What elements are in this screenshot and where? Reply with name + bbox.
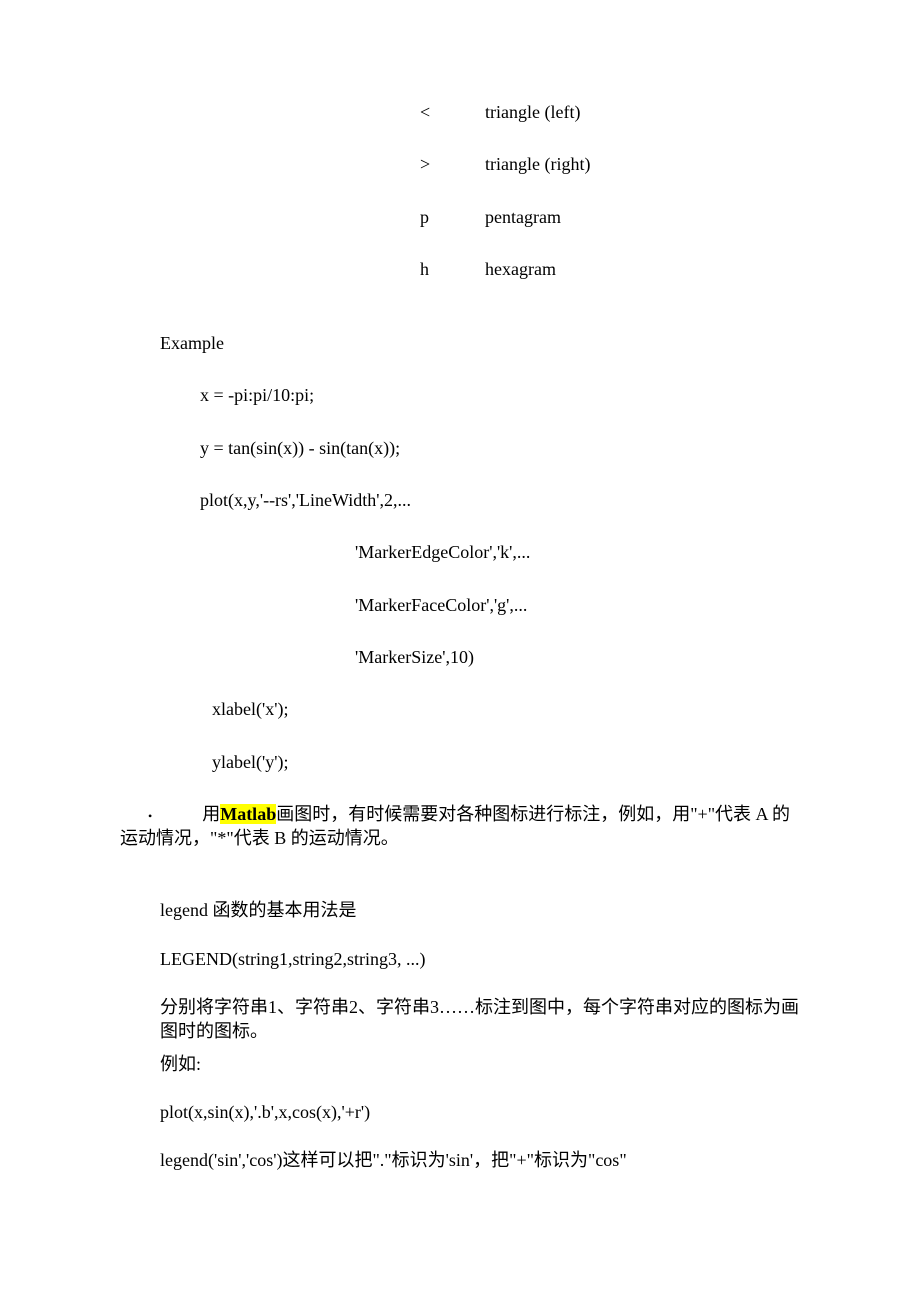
code-line: 'MarkerFaceColor','g',... — [355, 593, 800, 617]
code-line: 'MarkerEdgeColor','k',... — [355, 540, 800, 564]
bullet-icon: • — [148, 809, 152, 823]
paragraph-legend-syntax: LEGEND(string1,string2,string3, ...) — [160, 947, 800, 971]
symbol-key: > — [420, 152, 485, 176]
highlight-matlab: Matlab — [220, 804, 276, 824]
symbol-table: < triangle (left) > triangle (right) p p… — [420, 100, 800, 281]
paragraph-legend-desc: 分别将字符串1、字符串2、字符串3……标注到图中，每个字符串对应的图标为画图时的… — [160, 995, 800, 1044]
code-line: ylabel('y'); — [212, 750, 800, 774]
paragraph-legend-intro: legend 函数的基本用法是 — [160, 898, 800, 922]
symbol-key: h — [420, 257, 485, 281]
paragraph-matlab: •用Matlab画图时，有时候需要对各种图标进行标注，例如，用"+"代表 A 的… — [120, 802, 800, 851]
symbol-row: h hexagram — [420, 257, 800, 281]
code-line: xlabel('x'); — [212, 697, 800, 721]
symbol-row: < triangle (left) — [420, 100, 800, 124]
symbol-value: triangle (right) — [485, 152, 800, 176]
symbol-key: < — [420, 100, 485, 124]
paragraph-legend-code: legend('sin','cos')这样可以把"."标识为'sin'，把"+"… — [160, 1148, 800, 1172]
example-heading: Example — [160, 331, 800, 355]
symbol-row: > triangle (right) — [420, 152, 800, 176]
code-line: y = tan(sin(x)) - sin(tan(x)); — [200, 436, 800, 460]
symbol-value: hexagram — [485, 257, 800, 281]
paragraph-plot-code: plot(x,sin(x),'.b',x,cos(x),'+r') — [160, 1100, 800, 1124]
code-line: plot(x,y,'--rs','LineWidth',2,... — [200, 488, 800, 512]
symbol-value: triangle (left) — [485, 100, 800, 124]
symbol-row: p pentagram — [420, 205, 800, 229]
paragraph-example-label: 例如: — [160, 1052, 800, 1076]
text-prefix: 用 — [202, 804, 220, 824]
symbol-key: p — [420, 205, 485, 229]
code-line: 'MarkerSize',10) — [355, 645, 800, 669]
symbol-value: pentagram — [485, 205, 800, 229]
code-line: x = -pi:pi/10:pi; — [200, 383, 800, 407]
